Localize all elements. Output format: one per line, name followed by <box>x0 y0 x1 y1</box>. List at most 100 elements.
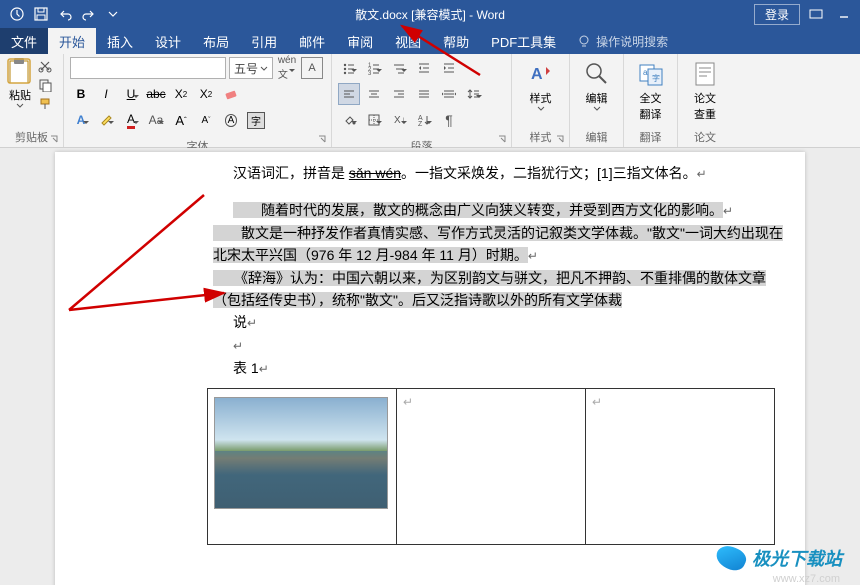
font-dialog-launcher-icon[interactable] <box>317 131 329 143</box>
font-size-input[interactable]: 五号 <box>229 57 273 79</box>
line-spacing-button[interactable] <box>463 83 485 105</box>
bold-button[interactable]: B <box>70 83 92 105</box>
svg-text:X↓: X↓ <box>394 115 406 126</box>
decrease-indent-button[interactable] <box>413 57 435 79</box>
editing-button[interactable]: 编辑 <box>576 57 617 111</box>
watermark-text: 极光下载站 <box>752 545 842 571</box>
subscript-button[interactable]: X2 <box>170 83 192 105</box>
page[interactable]: 汉语词汇，拼音是 sǎn wén。一指文采焕发，二指犹行文；[1]三指文体名。↵… <box>55 152 805 585</box>
tab-view[interactable]: 视图 <box>384 28 432 54</box>
align-center-button[interactable] <box>363 83 385 105</box>
font-color-button[interactable]: A <box>120 109 142 131</box>
justify-button[interactable] <box>413 83 435 105</box>
ribbon-display-icon[interactable] <box>804 3 828 25</box>
italic-button[interactable]: I <box>95 83 117 105</box>
body-paragraph-1[interactable]: 随着时代的发展，散文的概念由广义向狭义转变，并受到西方文化的影响。↵ <box>233 199 785 222</box>
clipboard-dialog-launcher-icon[interactable] <box>49 131 61 143</box>
tab-references[interactable]: 引用 <box>240 28 288 54</box>
body-paragraph-2[interactable]: 散文是一种抒发作者真情实感、写作方式灵活的记叙类文学体裁。"散文"一词大约出现在… <box>213 222 785 267</box>
copy-button[interactable] <box>36 76 54 94</box>
table-caption[interactable]: 表 1↵ <box>233 357 785 380</box>
tab-pdf[interactable]: PDF工具集 <box>480 28 567 54</box>
shrink-font-button[interactable]: Aˇ <box>195 109 217 131</box>
font-name-input[interactable] <box>70 57 226 79</box>
title-app: Word <box>476 8 504 22</box>
format-painter-button[interactable] <box>36 95 54 113</box>
cut-button[interactable] <box>36 57 54 75</box>
editing-label: 编辑 <box>586 90 608 106</box>
paper-check-button[interactable]: 论文查重 <box>684 57 726 122</box>
text-effects-button[interactable]: A <box>70 109 92 131</box>
login-button[interactable]: 登录 <box>754 4 800 25</box>
qat-customize-icon[interactable] <box>102 3 124 25</box>
borders-button[interactable] <box>363 109 385 131</box>
enclose-char-button[interactable]: A <box>220 109 242 131</box>
tab-layout[interactable]: 布局 <box>192 28 240 54</box>
redo-icon[interactable] <box>78 3 100 25</box>
tab-file[interactable]: 文件 <box>0 28 48 54</box>
tab-home[interactable]: 开始 <box>48 28 96 54</box>
superscript-button[interactable]: X2 <box>195 83 217 105</box>
paste-button[interactable]: 粘贴 <box>6 57 34 113</box>
char-shading-button[interactable]: Aa <box>145 109 167 131</box>
title-mode: [兼容模式] <box>411 8 466 22</box>
body-blank[interactable]: ↵ <box>233 334 785 357</box>
grow-font-button[interactable]: Aˆ <box>170 109 192 131</box>
table-cell-1[interactable] <box>208 389 397 545</box>
sort-button[interactable]: AZ <box>413 109 435 131</box>
save-icon[interactable] <box>30 3 52 25</box>
paragraph-dialog-launcher-icon[interactable] <box>497 131 509 143</box>
tab-help[interactable]: 帮助 <box>432 28 480 54</box>
clear-formatting-button[interactable] <box>220 83 242 105</box>
tab-insert[interactable]: 插入 <box>96 28 144 54</box>
tab-review[interactable]: 审阅 <box>336 28 384 54</box>
body-paragraph-3[interactable]: 《辞海》认为：中国六朝以来，为区别韵文与骈文，把凡不押韵、不重排偶的散体文章（包… <box>213 267 785 311</box>
translate-icon: a字 <box>638 61 664 87</box>
table-cell-2[interactable]: ↵ <box>397 389 586 545</box>
autosave-icon[interactable] <box>6 3 28 25</box>
shading-button[interactable] <box>338 109 360 131</box>
highlight-button[interactable] <box>95 109 117 131</box>
window-title: 散文.docx [兼容模式] - Word <box>355 6 505 23</box>
group-styles: A 样式 样式 <box>512 54 570 147</box>
styles-label: 样式 <box>530 90 552 106</box>
document-area[interactable]: 汉语词汇，拼音是 sǎn wén。一指文采焕发，二指犹行文；[1]三指文体名。↵… <box>0 148 860 585</box>
align-left-button[interactable] <box>338 83 360 105</box>
align-right-button[interactable] <box>388 83 410 105</box>
undo-icon[interactable] <box>54 3 76 25</box>
body-shuo[interactable]: 说↵ <box>233 311 785 334</box>
group-paragraph: 123 X↓ AZ ¶ 段落 <box>332 54 512 147</box>
tell-me[interactable]: 操作说明搜索 <box>567 28 678 54</box>
chevron-down-icon <box>16 103 24 108</box>
styles-icon: A <box>528 61 554 87</box>
document-table[interactable]: ↵ ↵ <box>207 388 775 545</box>
watermark-url: www.xz7.com <box>773 573 840 585</box>
underline-button[interactable]: U <box>120 83 142 105</box>
paper-check-label: 论文查重 <box>694 90 716 122</box>
phonetic-guide-button[interactable]: wén文 <box>276 57 298 79</box>
show-marks-button[interactable]: ¶ <box>438 109 460 131</box>
distribute-button[interactable] <box>438 83 460 105</box>
char-border-button[interactable]: 字 <box>245 109 267 131</box>
table-image[interactable] <box>214 397 388 509</box>
multilevel-list-button[interactable] <box>388 57 410 79</box>
numbering-button[interactable]: 123 <box>363 57 385 79</box>
translate-group-label: 翻译 <box>630 126 671 147</box>
strikethrough-button[interactable]: abc <box>145 83 167 105</box>
svg-text:a: a <box>643 68 648 77</box>
bullets-button[interactable] <box>338 57 360 79</box>
text-direction-button[interactable]: X↓ <box>388 109 410 131</box>
title-doc: 散文.docx <box>355 8 408 22</box>
tab-mailings[interactable]: 邮件 <box>288 28 336 54</box>
group-editing: 编辑 编辑 <box>570 54 624 147</box>
body-line-1[interactable]: 汉语词汇，拼音是 sǎn wén。一指文采焕发，二指犹行文；[1]三指文体名。↵ <box>233 162 785 185</box>
translate-button[interactable]: a字 全文翻译 <box>630 57 671 122</box>
styles-button[interactable]: A 样式 <box>518 57 563 111</box>
tab-design[interactable]: 设计 <box>144 28 192 54</box>
titlebar: 散文.docx [兼容模式] - Word 登录 <box>0 0 860 28</box>
table-cell-3[interactable]: ↵ <box>586 389 775 545</box>
border-button[interactable]: A <box>301 57 323 79</box>
increase-indent-button[interactable] <box>438 57 460 79</box>
minimize-icon[interactable] <box>832 3 856 25</box>
styles-dialog-launcher-icon[interactable] <box>555 131 567 143</box>
